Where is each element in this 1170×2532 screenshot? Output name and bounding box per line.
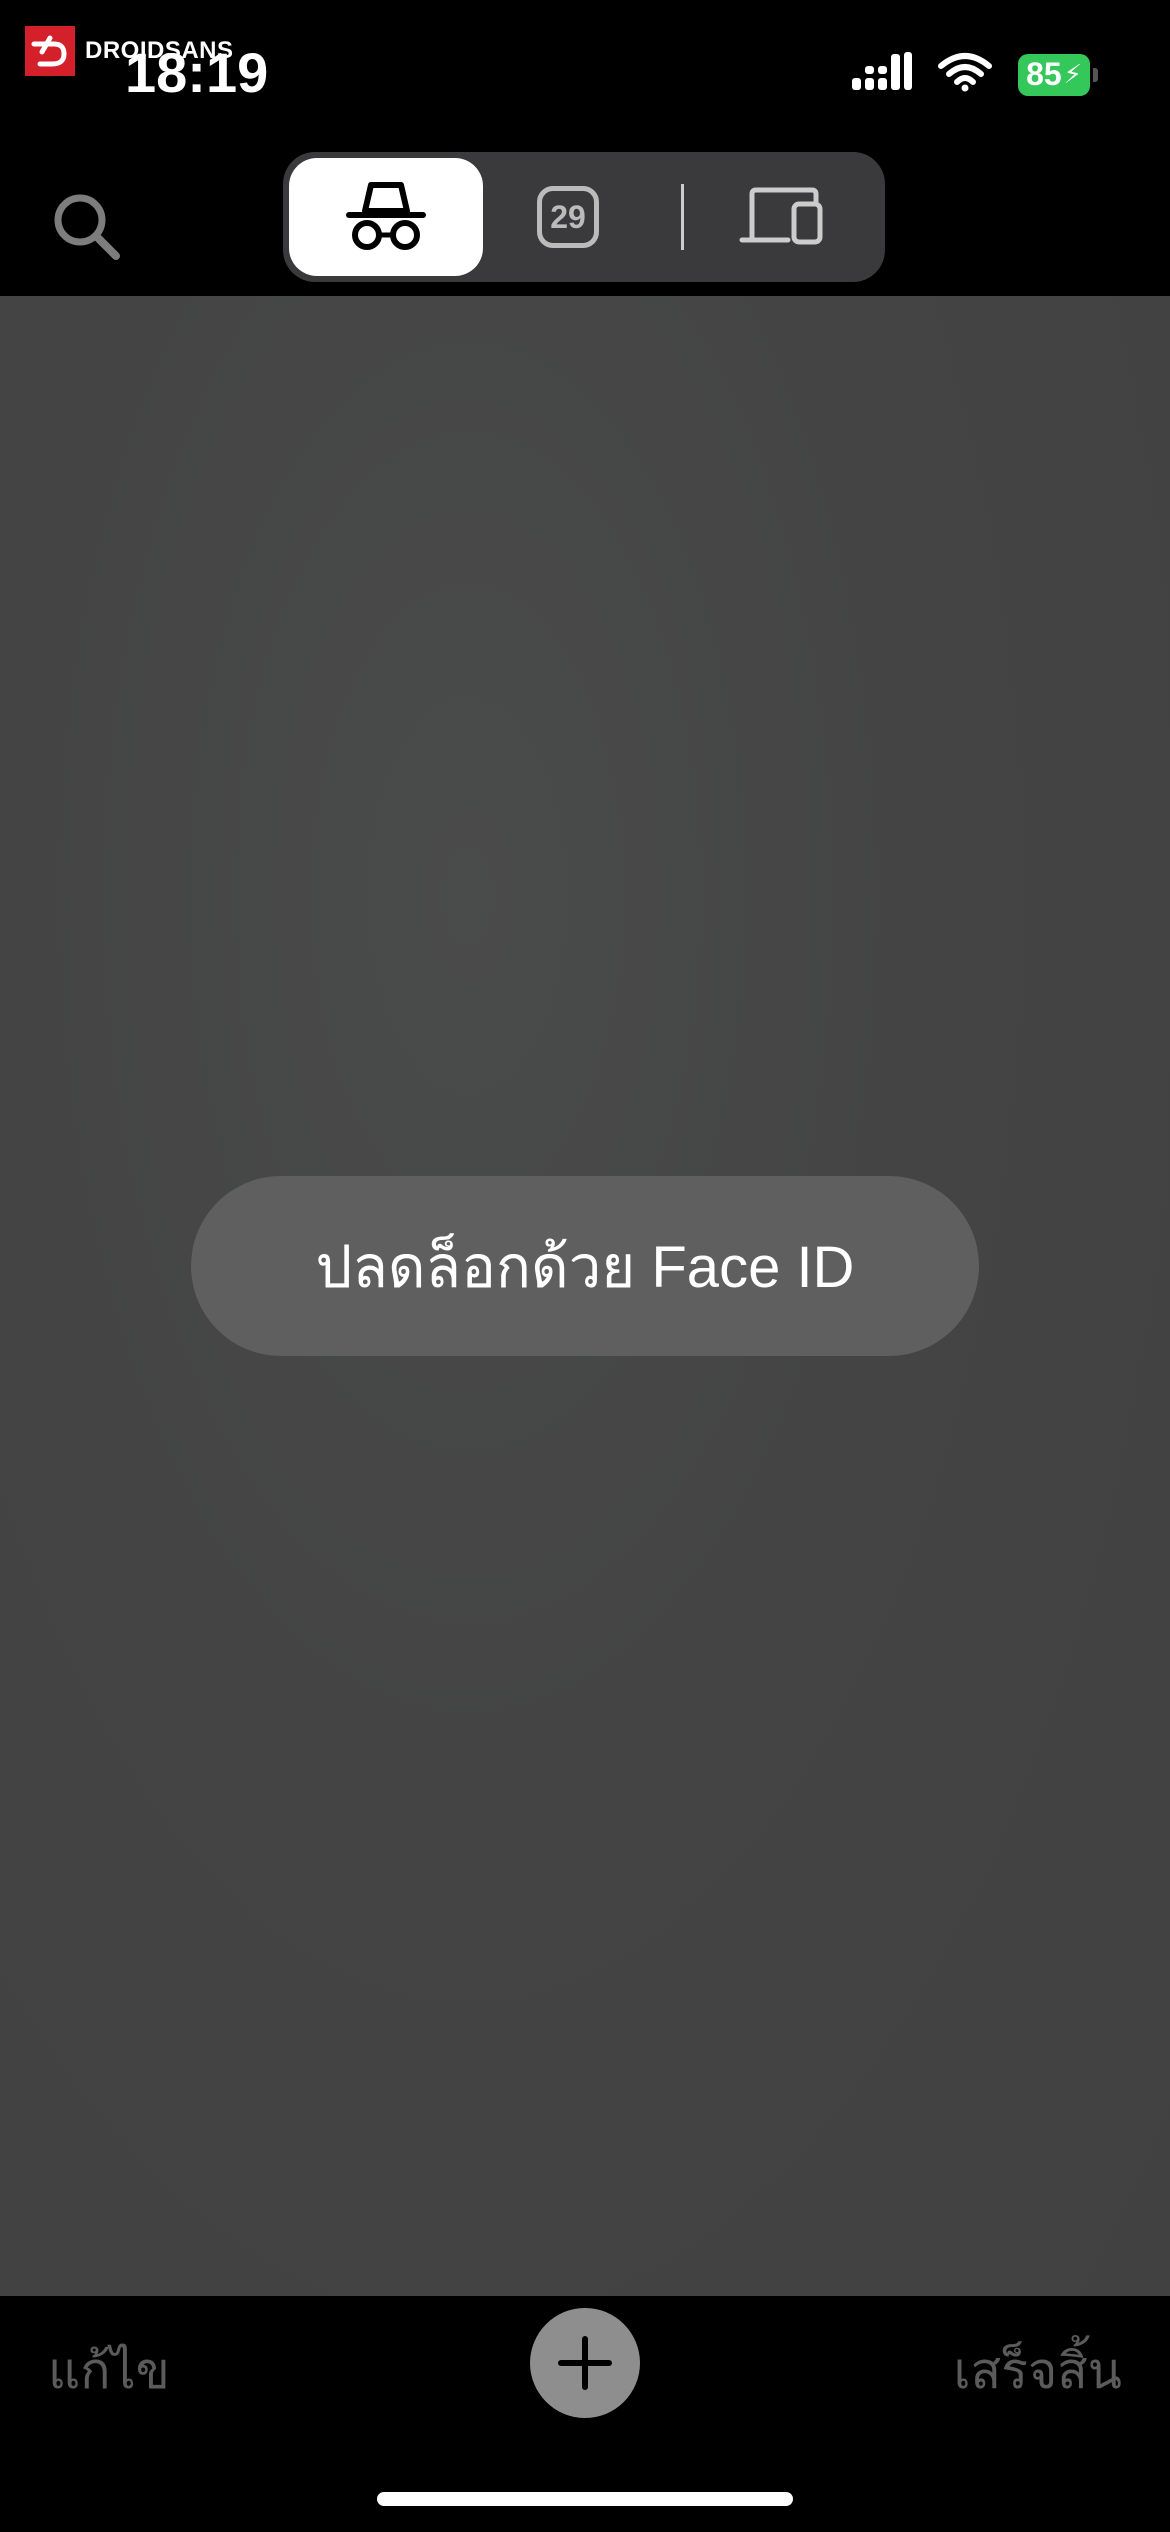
plus-icon	[558, 2336, 612, 2390]
search-button[interactable]	[50, 190, 130, 270]
segment-divider	[681, 184, 684, 250]
new-tab-button[interactable]	[530, 2308, 640, 2418]
status-bar: DROIDSANS 18:19 85 ⚡	[0, 0, 1170, 140]
bolt-icon: ⚡	[1063, 59, 1082, 89]
status-time: 18:19	[125, 41, 269, 104]
incognito-icon	[346, 182, 426, 250]
battery-indicator: 85 ⚡	[1018, 53, 1098, 96]
tab-all-tabs[interactable]: 29	[523, 176, 613, 258]
wifi-icon	[938, 52, 992, 97]
tab-devices[interactable]	[738, 182, 828, 252]
tab-group-switcher: 29	[283, 152, 885, 282]
battery-level: 85	[1026, 56, 1062, 92]
devices-icon	[739, 187, 823, 245]
cellular-signal-icon	[852, 52, 912, 97]
tab-overview-toolbar: 29	[0, 140, 1170, 296]
tab-count-icon: 29	[537, 186, 599, 248]
tab-count: 29	[550, 198, 586, 235]
status-indicators: 85 ⚡	[852, 52, 1098, 97]
search-icon	[54, 194, 120, 260]
safari-tab-overview: DROIDSANS 18:19 85 ⚡ 29 ปลดล็อกด้วย Face…	[0, 0, 1170, 2532]
private-tabs-locked-area: ปลดล็อกด้วย Face ID	[0, 296, 1170, 2296]
done-button[interactable]: เสร็จสิ้น	[954, 2332, 1122, 2411]
tab-private[interactable]	[289, 158, 483, 276]
unlock-face-id-button[interactable]: ปลดล็อกด้วย Face ID	[191, 1176, 979, 1356]
home-indicator[interactable]	[377, 2492, 793, 2506]
edit-button[interactable]: แก้ไข	[48, 2332, 170, 2411]
bottom-toolbar: แก้ไข เสร็จสิ้น	[0, 2296, 1170, 2532]
droidsans-logo-icon	[25, 26, 75, 76]
